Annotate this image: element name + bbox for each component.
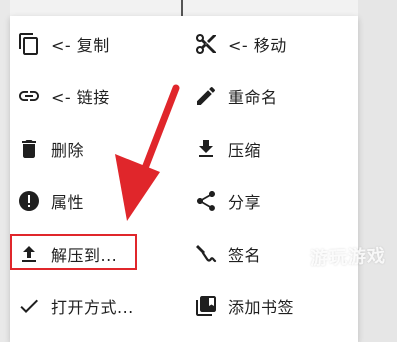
menu-item-label: <- 链接 — [51, 88, 110, 107]
copy-icon — [15, 30, 43, 58]
menu-item-properties[interactable]: 属性 — [15, 181, 180, 221]
delete-icon — [15, 135, 43, 163]
background-right — [358, 0, 397, 342]
annotation-highlight-box — [10, 234, 137, 270]
background-left — [0, 0, 10, 342]
menu-item-move[interactable]: <- 移动 — [192, 24, 352, 64]
menu-item-add-bookmark[interactable]: 添加书签 — [192, 286, 352, 326]
download-icon — [192, 135, 220, 163]
menu-item-label: 打开方式... — [51, 298, 134, 317]
watermark: 游玩游戏 — [309, 245, 387, 270]
pencil-icon — [192, 82, 220, 110]
share-icon — [192, 187, 220, 215]
menu-item-link[interactable]: <- 链接 — [15, 76, 180, 116]
file-context-menu: <- 复制 <- 链接 删除 属性 解压到... 打开方式... <- 移动 重… — [10, 16, 358, 342]
link-icon — [15, 82, 43, 110]
menu-item-share[interactable]: 分享 — [192, 181, 352, 221]
menu-item-label: <- 移动 — [228, 36, 287, 55]
signature-icon — [192, 240, 220, 268]
menu-item-label: 压缩 — [228, 141, 262, 160]
cut-icon — [192, 30, 220, 58]
menu-item-label: 分享 — [228, 193, 262, 212]
menu-item-compress[interactable]: 压缩 — [192, 129, 352, 169]
menu-item-label: 签名 — [228, 246, 262, 265]
menu-item-rename[interactable]: 重命名 — [192, 76, 352, 116]
check-icon — [15, 292, 43, 320]
menu-item-label: 添加书签 — [228, 298, 295, 317]
menu-item-copy[interactable]: <- 复制 — [15, 24, 180, 64]
menu-item-label: <- 复制 — [51, 36, 110, 55]
menu-item-label: 删除 — [51, 141, 85, 160]
info-icon — [15, 187, 43, 215]
menu-item-label: 属性 — [51, 193, 85, 212]
bookmark-icon — [192, 292, 220, 320]
menu-item-label: 重命名 — [228, 88, 278, 107]
menu-item-delete[interactable]: 删除 — [15, 129, 180, 169]
menu-item-open-with[interactable]: 打开方式... — [15, 286, 180, 326]
